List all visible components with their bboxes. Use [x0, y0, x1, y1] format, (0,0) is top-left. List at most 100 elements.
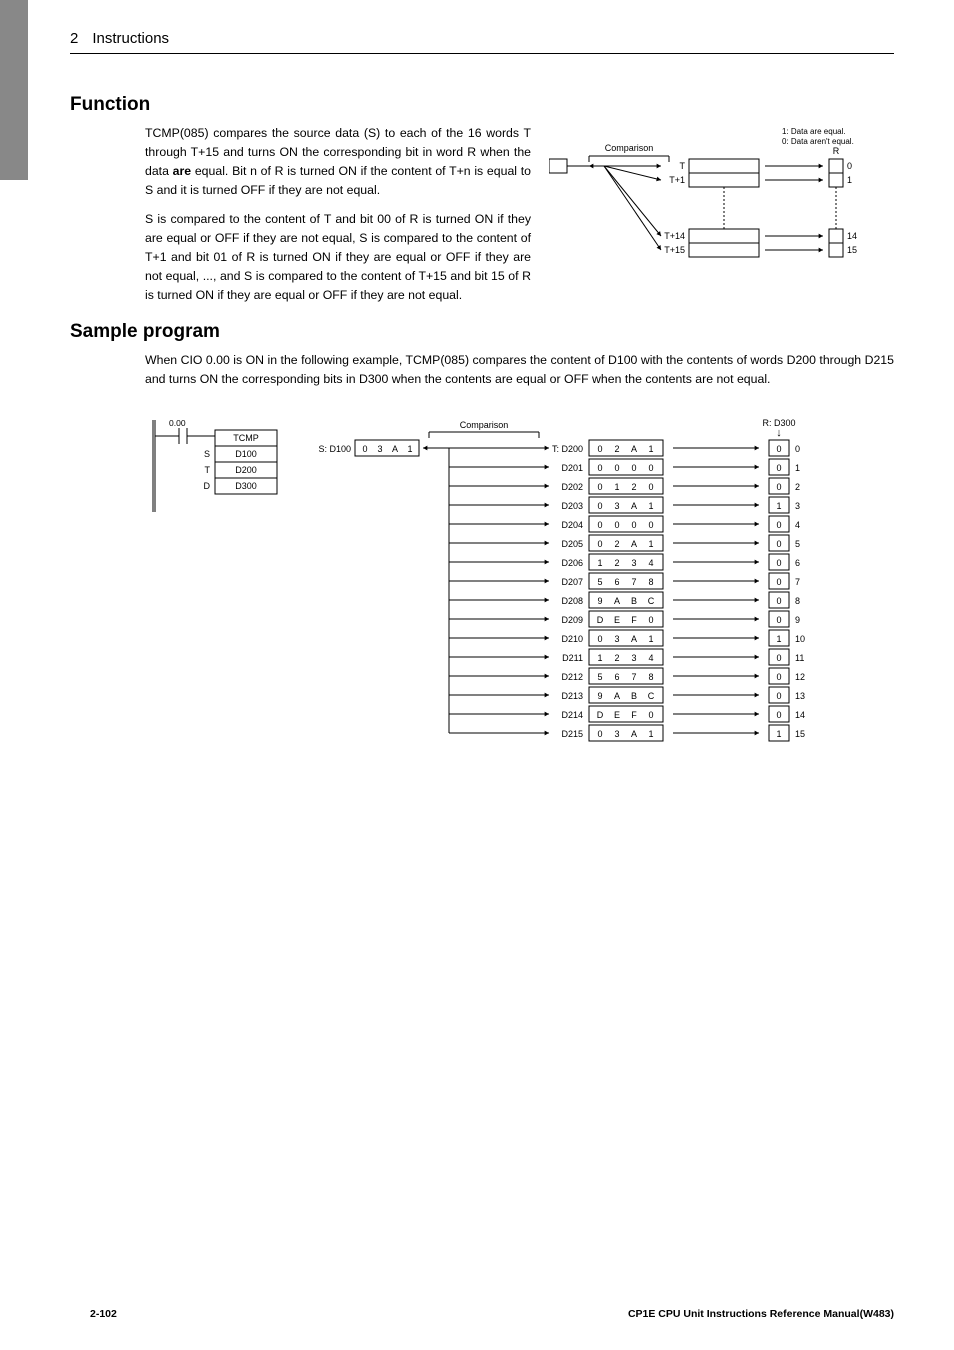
svg-text:0: 0: [776, 596, 781, 606]
svg-text:0: 0: [648, 482, 653, 492]
section-number: 2: [70, 30, 78, 47]
svg-text:6: 6: [614, 577, 619, 587]
svg-text:F: F: [631, 615, 637, 625]
svg-text:S: S: [204, 449, 210, 459]
svg-text:D204: D204: [561, 520, 583, 530]
svg-text:0: 0: [631, 520, 636, 530]
svg-text:D212: D212: [561, 672, 583, 682]
svg-text:1: 1: [614, 482, 619, 492]
svg-text:D210: D210: [561, 634, 583, 644]
svg-text:T: T: [680, 161, 686, 171]
svg-text:0: 0: [362, 444, 367, 454]
svg-text:0: 0: [776, 463, 781, 473]
section-title: Instructions: [92, 30, 169, 47]
svg-text:0: 0: [776, 520, 781, 530]
svg-text:3: 3: [614, 501, 619, 511]
svg-text:D: D: [597, 615, 604, 625]
svg-text:0: 0: [648, 463, 653, 473]
svg-text:C: C: [648, 596, 655, 606]
svg-text:9: 9: [597, 691, 602, 701]
svg-text:A: A: [631, 634, 637, 644]
page-number: 2-102: [90, 1308, 117, 1320]
svg-text:C: C: [648, 691, 655, 701]
svg-text:7: 7: [631, 672, 636, 682]
svg-text:1: Data are equal.: 1: Data are equal.: [782, 127, 846, 136]
svg-text:D215: D215: [561, 729, 583, 739]
svg-text:0: 0: [776, 672, 781, 682]
diagram-ladder: 0.00 TCMP S D100 T D200 D D300: [145, 412, 285, 522]
svg-text:0: 0: [597, 463, 602, 473]
svg-text:T: T: [205, 465, 211, 475]
svg-text:9: 9: [795, 615, 800, 625]
svg-text:0: 0: [597, 634, 602, 644]
svg-text:A: A: [392, 444, 398, 454]
svg-text:2: 2: [614, 539, 619, 549]
svg-text:0: 0: [648, 520, 653, 530]
svg-text:2: 2: [795, 482, 800, 492]
svg-text:T+1: T+1: [669, 175, 685, 185]
svg-text:1: 1: [776, 634, 781, 644]
svg-text:A: A: [631, 444, 637, 454]
svg-text:1: 1: [597, 653, 602, 663]
svg-text:10: 10: [795, 634, 805, 644]
svg-text:7: 7: [795, 577, 800, 587]
svg-text:0: 0: [631, 463, 636, 473]
heading-function: Function: [70, 94, 894, 116]
svg-text:5: 5: [597, 672, 602, 682]
svg-text:0: 0: [597, 729, 602, 739]
svg-text:2: 2: [614, 444, 619, 454]
diagram-function: 1: Data are equal.0: Data aren't equal.S…: [549, 124, 894, 315]
function-p2: S is compared to the content of T and bi…: [145, 210, 531, 305]
doc-title: CP1E CPU Unit Instructions Reference Man…: [628, 1308, 894, 1320]
svg-text:3: 3: [614, 729, 619, 739]
svg-text:14: 14: [795, 710, 805, 720]
svg-text:Comparison: Comparison: [605, 143, 654, 153]
svg-text:D200: D200: [235, 465, 257, 475]
diagram-table: S: D10003A1ComparisonT: D200R: D300↓02A1…: [309, 412, 894, 772]
svg-text:12: 12: [795, 672, 805, 682]
svg-text:0: 0: [776, 444, 781, 454]
svg-text:8: 8: [648, 672, 653, 682]
svg-text:A: A: [614, 691, 620, 701]
side-tab: [0, 0, 28, 180]
svg-text:2: 2: [614, 558, 619, 568]
svg-text:0: 0: [795, 444, 800, 454]
svg-text:0: 0: [776, 710, 781, 720]
svg-text:6: 6: [795, 558, 800, 568]
function-p1: TCMP(085) compares the source data (S) t…: [145, 124, 531, 200]
svg-text:0: 0: [847, 161, 852, 171]
svg-text:0: 0: [776, 577, 781, 587]
svg-text:0.00: 0.00: [169, 418, 186, 428]
svg-text:5: 5: [597, 577, 602, 587]
page-footer: 2-102 CP1E CPU Unit Instructions Referen…: [90, 1308, 894, 1320]
svg-text:13: 13: [795, 691, 805, 701]
header-rule: [70, 53, 894, 54]
svg-text:D300: D300: [235, 481, 257, 491]
svg-text:1: 1: [648, 539, 653, 549]
svg-text:0: 0: [648, 710, 653, 720]
svg-text:D: D: [204, 481, 211, 491]
svg-text:11: 11: [795, 653, 804, 663]
svg-text:3: 3: [795, 501, 800, 511]
svg-text:D: D: [597, 710, 604, 720]
svg-text:0: 0: [597, 520, 602, 530]
svg-text:7: 7: [631, 577, 636, 587]
svg-text:1: 1: [776, 501, 781, 511]
svg-text:D206: D206: [561, 558, 583, 568]
svg-text:T+15: T+15: [664, 245, 685, 255]
svg-text:1: 1: [407, 444, 412, 454]
svg-text:8: 8: [648, 577, 653, 587]
svg-text:0: 0: [776, 539, 781, 549]
page-header: 2 Instructions: [70, 30, 894, 47]
svg-text:15: 15: [795, 729, 805, 739]
svg-text:D211: D211: [562, 653, 583, 663]
svg-text:TCMP: TCMP: [233, 433, 259, 443]
svg-text:S: D100: S: D100: [318, 444, 351, 454]
svg-text:D100: D100: [235, 449, 257, 459]
svg-text:0: 0: [776, 653, 781, 663]
svg-text:D209: D209: [561, 615, 583, 625]
svg-text:0: 0: [776, 691, 781, 701]
svg-text:A: A: [631, 729, 637, 739]
svg-text:3: 3: [377, 444, 382, 454]
svg-text:↓: ↓: [776, 427, 782, 439]
